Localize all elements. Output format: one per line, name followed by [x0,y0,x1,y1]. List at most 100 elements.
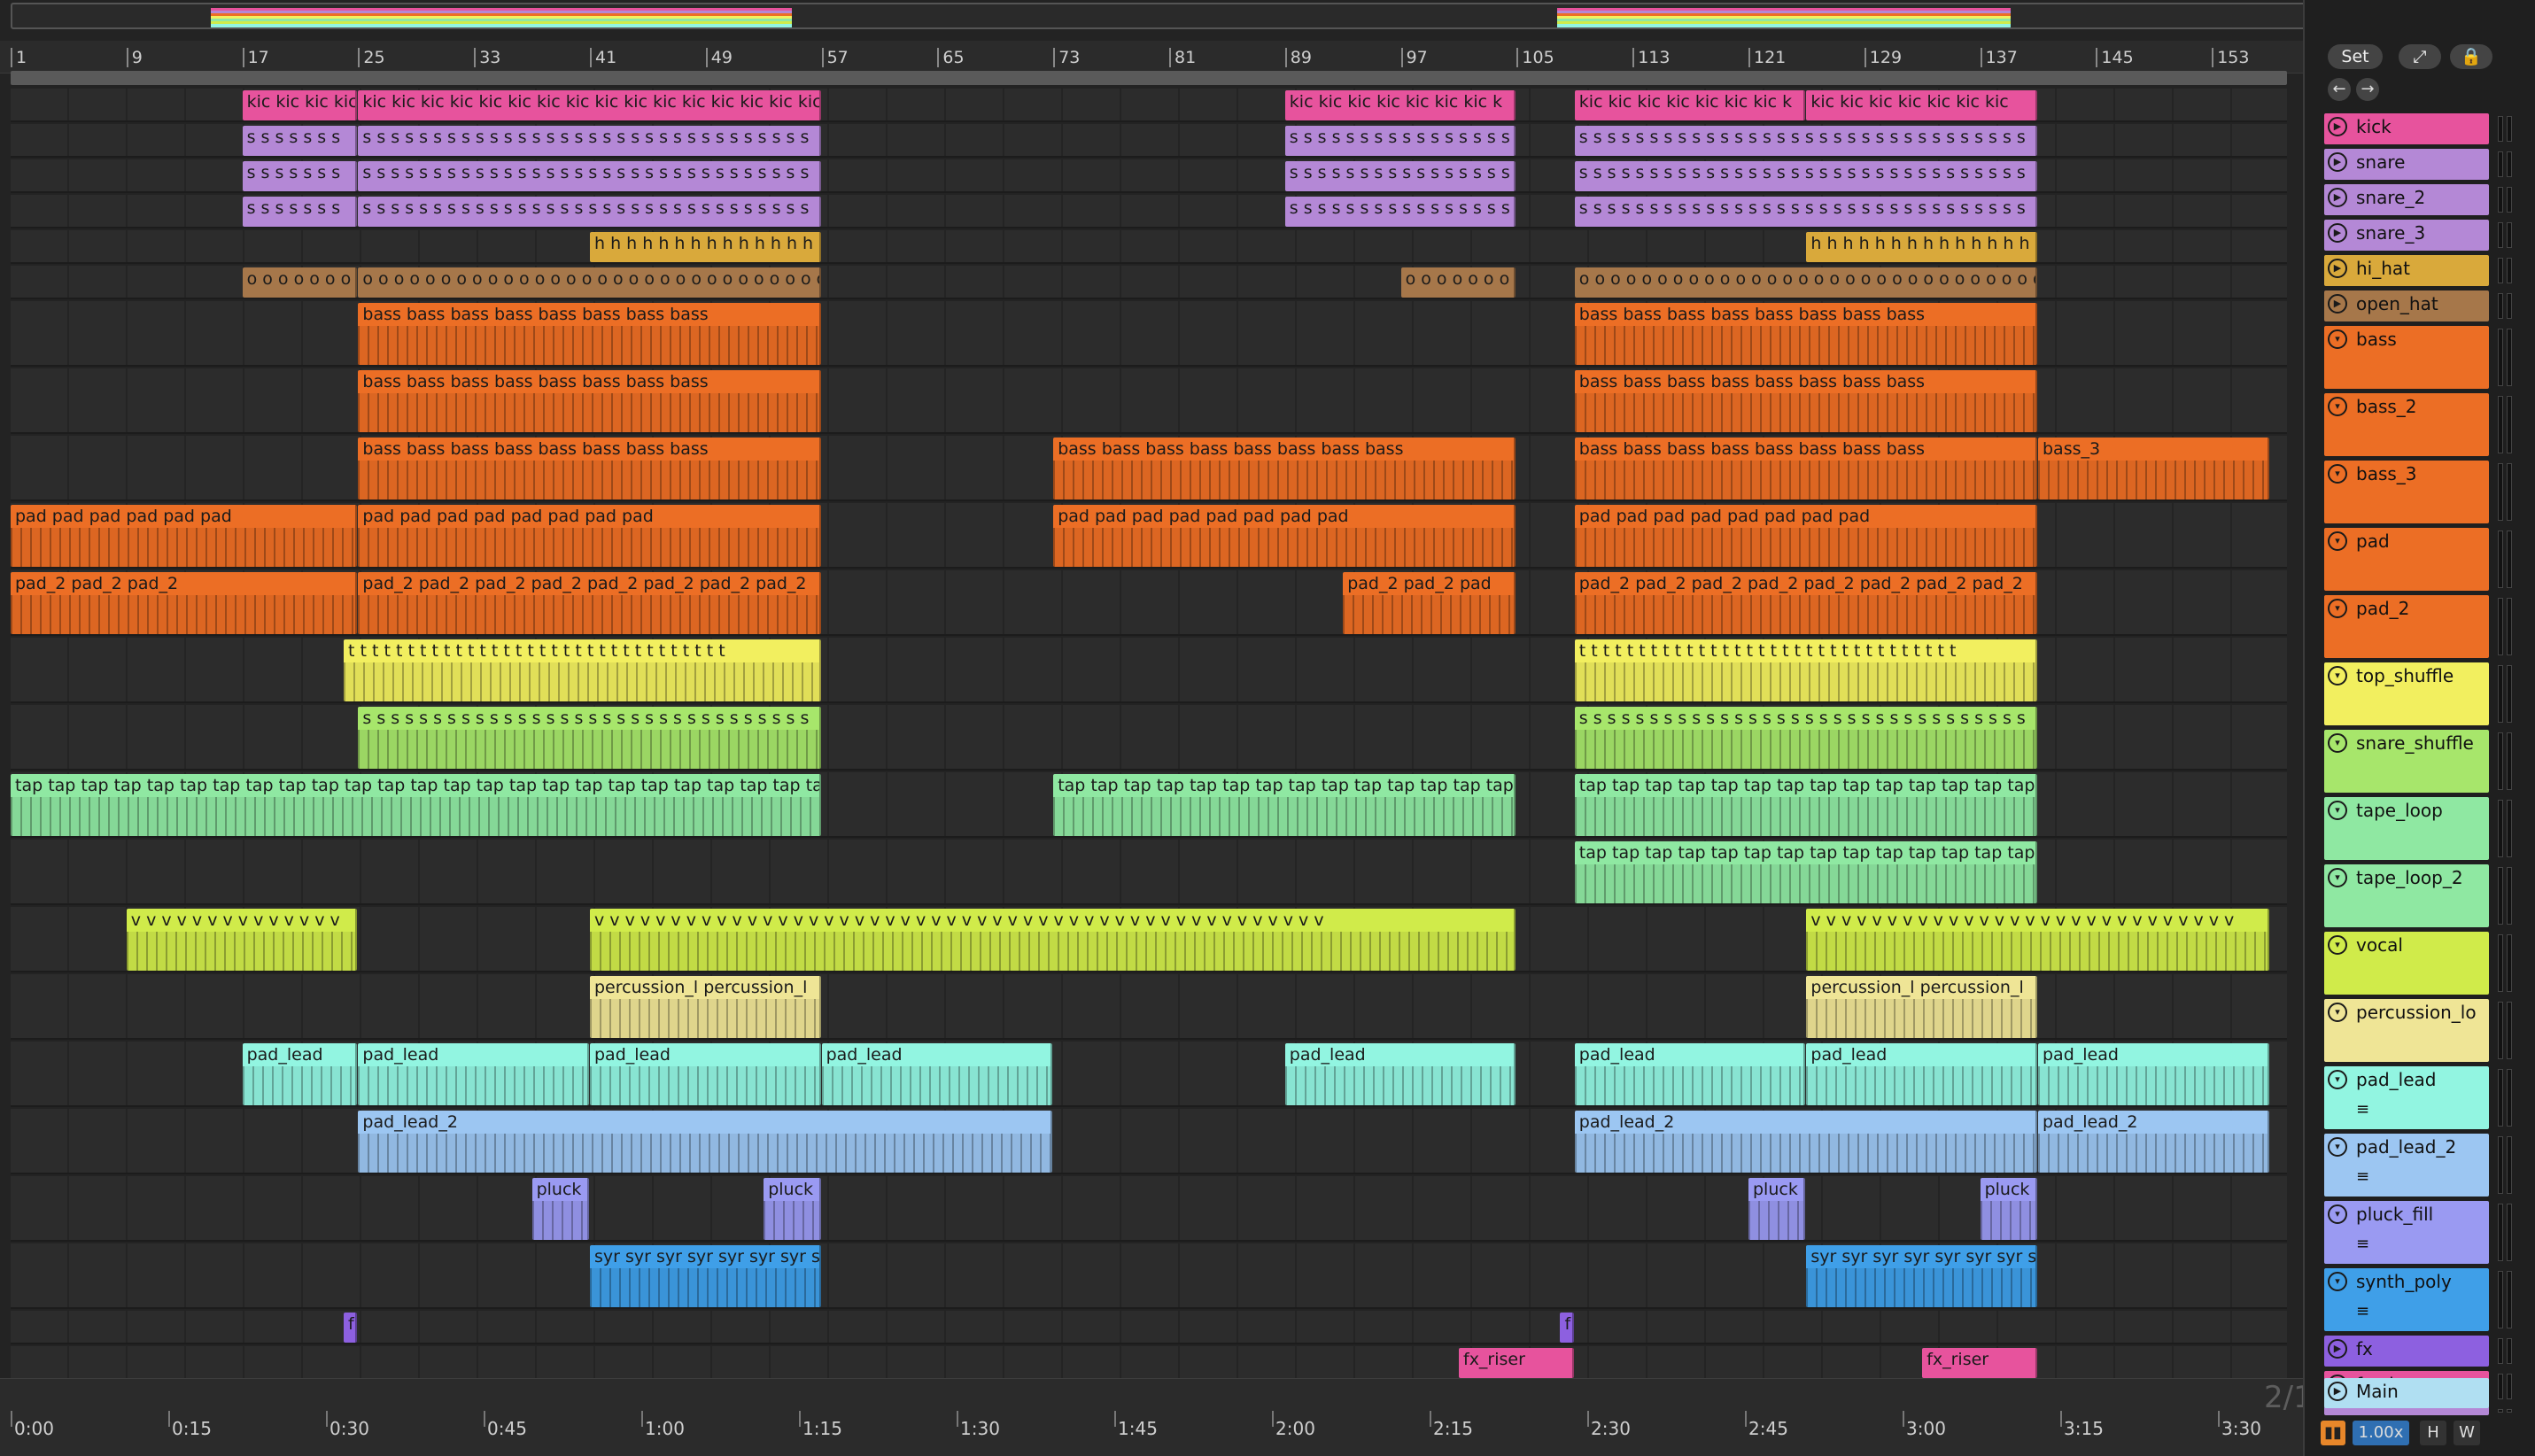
clip[interactable]: v v v v v v v v v v v v v v v v v v v v … [590,909,1516,971]
track-header-vocal[interactable]: ▾ vocal [2324,932,2489,995]
zoom-level[interactable]: 1.00x [2353,1421,2409,1445]
clip[interactable]: kic kic kic kic [242,90,358,120]
clip[interactable]: s s s s s s s s s s s s s s s s [1284,197,1516,227]
clip[interactable]: pluck [531,1178,589,1240]
track-lane-snare[interactable]: s s s s s s ss s s s s s s s s s s s s s… [11,124,2287,158]
track-header-pad[interactable]: ▾ pad [2324,528,2489,591]
clip[interactable]: tap tap tap tap tap tap tap tap tap tap … [1574,841,2037,903]
play-circle-down-icon[interactable]: ▾ [2328,1070,2347,1089]
clip[interactable]: s s s s s s s s s s s s s s s s s s s s … [1574,161,2037,191]
play-circle-down-icon[interactable]: ▾ [2328,733,2347,753]
clip[interactable]: s s s s s s s s s s s s s s s s s s s s … [1574,707,2037,769]
track-lane-top-shuffle[interactable]: t t t t t t t t t t t t t t t t t t t t … [11,638,2287,703]
clip[interactable]: pad_2 pad_2 pad_2 pad_2 pad_2 pad_2 pad_… [1574,572,2037,634]
clip[interactable]: pad_2 pad_2 pad_2 pad_2 pad_2 pad_2 pad_… [358,572,821,634]
clip[interactable]: pad pad pad pad pad pad pad pad [1053,505,1516,567]
track-lane-pluck-fill[interactable]: pluck pluck pluck pluck [11,1176,2287,1242]
h-button[interactable]: H [2420,1421,2446,1445]
play-icon[interactable]: ▶ [2328,117,2347,136]
play-icon[interactable]: ▶ [2328,294,2347,314]
clip[interactable]: o o o o o o o o o o o o o o o o o o o o … [358,267,821,298]
clip[interactable]: pad pad pad pad pad pad pad pad [1574,505,2037,567]
clip[interactable]: pad_2 pad_2 pad [1343,572,1516,634]
play-circle-down-icon[interactable]: ▾ [2328,531,2347,551]
track-lane-snare-2[interactable]: s s s s s s ss s s s s s s s s s s s s s… [11,159,2287,193]
track-lane-snare-3[interactable]: s s s s s s ss s s s s s s s s s s s s s… [11,195,2287,228]
track-lane-pad-lead-2[interactable]: pad_lead_2 pad_lead_2 pad_lead_2 [11,1109,2287,1174]
w-button[interactable]: W [2454,1421,2480,1445]
clip[interactable]: pluck [1748,1178,1806,1240]
clip[interactable]: s s s s s s s s s s s s s s s s s s s s … [358,161,821,191]
play-icon[interactable]: ▶ [2328,1339,2347,1359]
track-header-pad-lead-2[interactable]: ▾ pad_lead_2 ≡ [2324,1134,2489,1197]
track-header-pad-2[interactable]: ▾ pad_2 [2324,595,2489,658]
clip[interactable]: pad_lead_2 [1574,1111,2037,1173]
play-circle-down-icon[interactable]: ▾ [2328,599,2347,618]
clip[interactable]: h h h h h h h h h h h h h h h h [590,232,821,262]
track-header-snare[interactable]: ▶ snare [2324,149,2489,180]
lock-button[interactable]: 🔒 [2450,44,2492,69]
set-button[interactable]: Set [2328,44,2383,69]
clip[interactable]: o o o o o o o [242,267,358,298]
track-lane-fx[interactable]: ff [11,1311,2287,1344]
track-header-main[interactable]: ▶ Main [2324,1378,2489,1408]
play-icon[interactable]: ▶ [2328,152,2347,172]
clip[interactable]: pad pad pad pad pad pad pad pad [358,505,821,567]
clip[interactable]: t t t t t t t t t t t t t t t t t t t t … [1574,639,2037,701]
clip[interactable]: pluck [1980,1178,2037,1240]
track-lane-vocal[interactable]: v v v v v v v v v v v v v vv v v v v v v… [11,907,2287,972]
clip[interactable]: s s s s s s s [242,126,358,156]
clip[interactable]: pad_lead [2038,1043,2269,1105]
track-header-snare-3[interactable]: ▶ snare_3 [2324,220,2489,251]
track-lane-bass[interactable]: bass bass bass bass bass bass bass bass b… [11,301,2287,367]
play-icon[interactable]: ▶ [2328,223,2347,243]
clip[interactable]: f [344,1313,358,1343]
clip[interactable]: pluck [764,1178,821,1240]
track-lane-bass-2[interactable]: bass bass bass bass bass bass bass bass b… [11,368,2287,434]
track-lane-pad-lead[interactable]: pad_lead pad_lead pad_lead pad_lead pad_lead… [11,1042,2287,1107]
expand-button[interactable]: ⤢ [2399,44,2441,69]
play-circle-down-icon[interactable]: ▾ [2328,1137,2347,1157]
clip[interactable]: o o o o o o o o o o o o o o o o o o o o … [1574,267,2037,298]
clip[interactable]: pad_lead_2 [358,1111,1053,1173]
track-header-percussion-lo[interactable]: ▾ percussion_lo [2324,999,2489,1062]
track-header-tape-loop[interactable]: ▾ tape_loop [2324,797,2489,860]
track-lane-percussion-lo[interactable]: percussion_l percussion_l percussion_l pe… [11,974,2287,1040]
track-header-synth-poly[interactable]: ▾ synth_poly ≡ [2324,1268,2489,1331]
clip[interactable]: s s s s s s s [242,197,358,227]
clip[interactable]: pad_lead [1284,1043,1516,1105]
clip[interactable]: fx_riser [1922,1348,2037,1378]
clip[interactable]: bass bass bass bass bass bass bass bass [358,303,821,365]
clip[interactable]: h h h h h h h h h h h h h h h h [1806,232,2037,262]
play-icon[interactable]: ▶ [2328,1382,2347,1401]
time-ruler[interactable]: 0:00 0:15 0:30 0:45 1:00 1:15 1:30 1:45 2:00 2:15… [0,1378,2303,1456]
clip[interactable]: v v v v v v v v v v v v v v [126,909,358,971]
loop-brace[interactable] [11,71,2287,85]
track-header-open-hat[interactable]: ▶ open_hat [2324,290,2489,321]
nav-forward-button[interactable]: → [2356,78,2379,101]
track-lane-tape-loop-2[interactable]: tap tap tap tap tap tap tap tap tap tap … [11,840,2287,905]
track-header-snare-shuffle[interactable]: ▾ snare_shuffle [2324,730,2489,793]
play-circle-down-icon[interactable]: ▾ [2328,801,2347,820]
clip[interactable]: s s s s s s s s s s s s s s s s s s s s … [358,126,821,156]
clip[interactable]: t t t t t t t t t t t t t t t t t t t t … [344,639,821,701]
clip[interactable]: pad_2 pad_2 pad_2 [11,572,358,634]
play-circle-down-icon[interactable]: ▾ [2328,329,2347,349]
clip[interactable]: pad pad pad pad pad pad [11,505,358,567]
clip[interactable]: pad_lead [1574,1043,1806,1105]
track-lane-pad-2[interactable]: pad_2 pad_2 pad_2 pad_2 pad_2 pad_2 pad_2… [11,570,2287,636]
play-circle-down-icon[interactable]: ▾ [2328,397,2347,416]
track-header-pad-lead[interactable]: ▾ pad_lead ≡ [2324,1066,2489,1129]
track-lane-bass-3[interactable]: bass bass bass bass bass bass bass bass b… [11,436,2287,501]
track-lane-kick[interactable]: kic kic kic kic kic kic kic kic kic kic k… [11,89,2287,122]
play-circle-down-icon[interactable]: ▾ [2328,464,2347,484]
clip[interactable]: percussion_l percussion_l [1806,976,2037,1038]
play-circle-down-icon[interactable]: ▾ [2328,1204,2347,1224]
track-header-tape-loop-2[interactable]: ▾ tape_loop_2 [2324,864,2489,927]
clip[interactable]: kic kic kic kic kic kic kic [1806,90,2037,120]
clip[interactable]: syr syr syr syr syr syr syr syr [590,1245,821,1307]
track-header-fx[interactable]: ▶ fx [2324,1336,2489,1367]
clip[interactable]: v v v v v v v v v v v v v v v v v v v v … [1806,909,2269,971]
clip[interactable]: s s s s s s s s s s s s s s s s s s s s … [358,197,821,227]
clip[interactable]: percussion_l percussion_l [590,976,821,1038]
